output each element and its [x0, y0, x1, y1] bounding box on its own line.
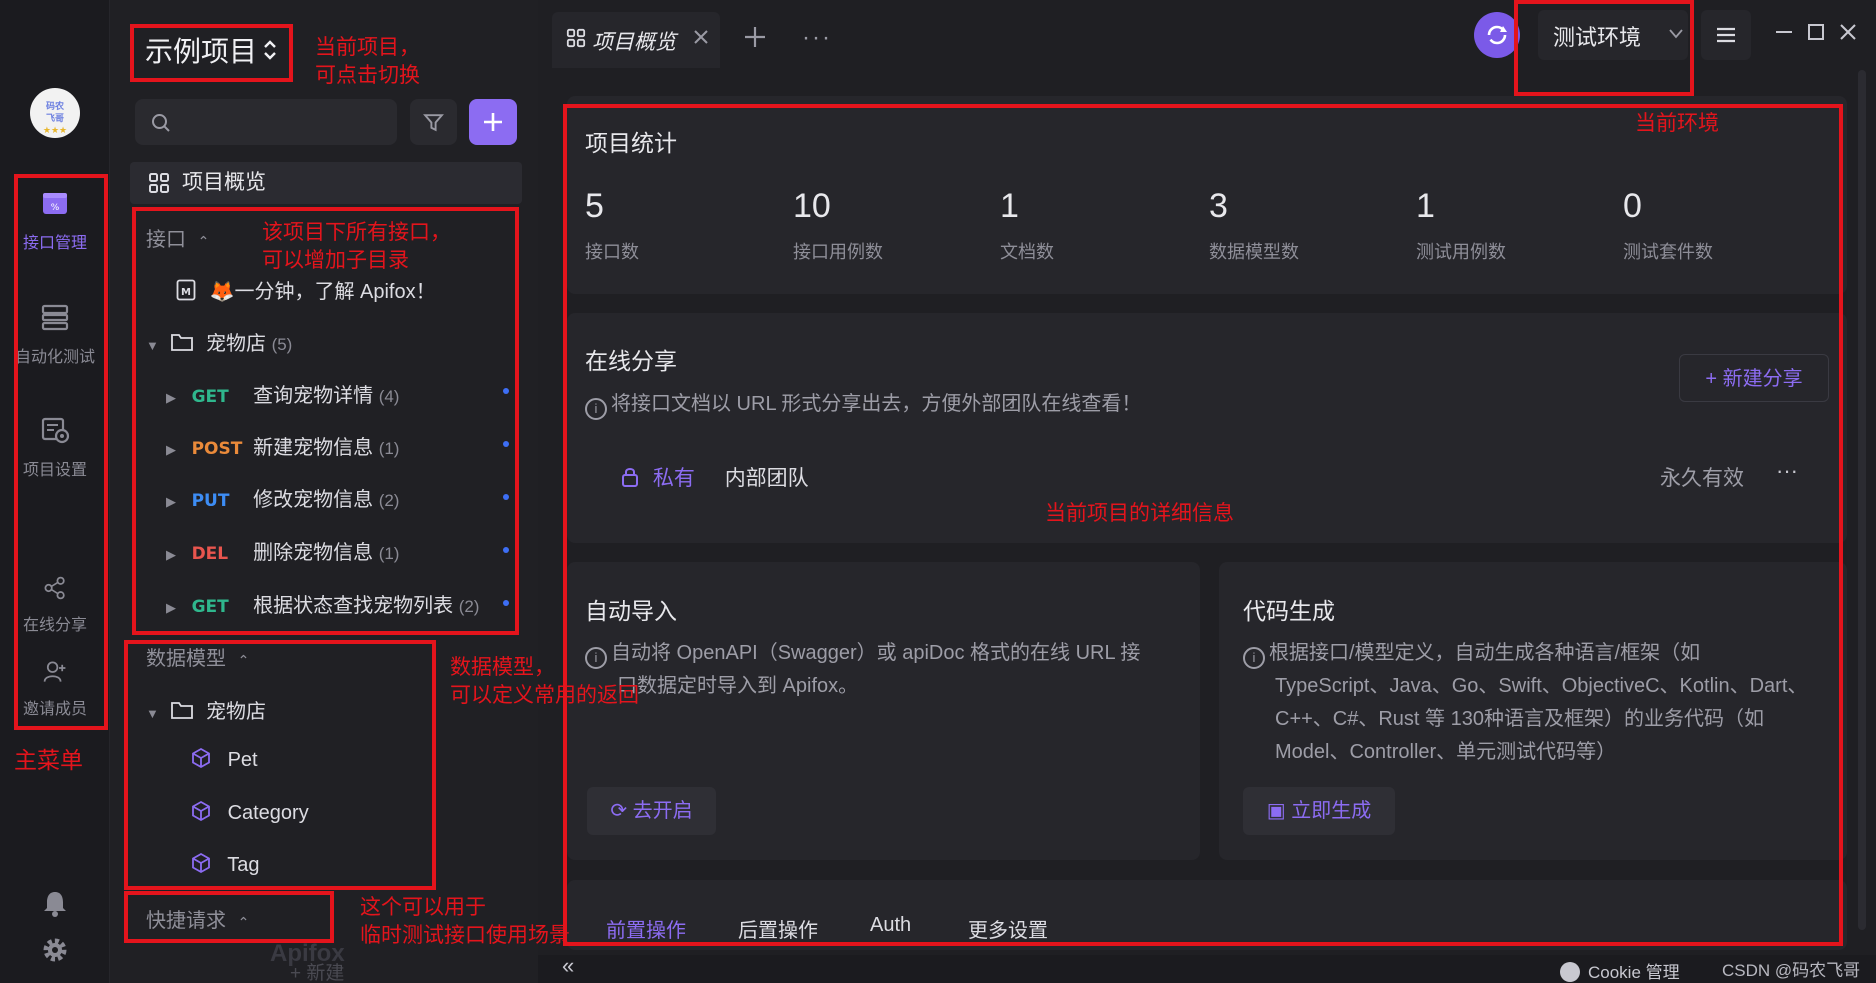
annotation-box-quick-request: [124, 891, 334, 943]
annotation-box-main-menu: [14, 174, 108, 730]
new-request-button[interactable]: + 新建: [290, 958, 344, 983]
plus-icon: [484, 113, 502, 131]
avatar[interactable]: 码农 飞哥 ★★★: [30, 88, 80, 138]
scrollbar[interactable]: [1858, 70, 1866, 930]
new-tab-icon[interactable]: [742, 24, 768, 50]
close-window-icon[interactable]: [1838, 22, 1858, 42]
annotation-project-detail: 当前项目的详细信息: [1045, 502, 1234, 525]
gear-icon[interactable]: [40, 935, 70, 965]
search-icon: [152, 114, 170, 132]
annotation-box-env: [1514, 0, 1694, 96]
plus-icon: +: [290, 963, 307, 983]
close-icon[interactable]: [692, 28, 710, 46]
csdn-watermark: CSDN @码农飞哥: [1722, 961, 1861, 980]
menu-button[interactable]: [1701, 10, 1751, 60]
grid-icon: [149, 173, 169, 193]
annotation-project-switch: 当前项目， 可点击切换: [315, 36, 420, 87]
filter-icon: [423, 114, 444, 132]
hamburger-icon: [1717, 27, 1735, 43]
bell-icon[interactable]: [40, 888, 70, 918]
annotation-box-data-model: [124, 640, 436, 890]
overview-label: 项目概览: [182, 171, 266, 194]
filter-button[interactable]: [410, 99, 457, 145]
collapse-sidebar-icon[interactable]: «: [562, 953, 574, 979]
annotation-quick-request: 这个可以用于 临时测试接口使用场景: [360, 896, 570, 947]
sidebar-item-overview[interactable]: 项目概览: [130, 162, 522, 204]
search-input[interactable]: [135, 99, 397, 145]
tab-label: 项目概览: [592, 31, 676, 54]
more-tabs-icon[interactable]: ···: [802, 24, 832, 52]
cookie-manager[interactable]: Cookie 管理: [1560, 958, 1680, 983]
add-button[interactable]: [469, 99, 517, 145]
cookie-icon: [1560, 962, 1580, 982]
maximize-icon[interactable]: [1806, 22, 1826, 42]
grid-icon: [566, 28, 586, 48]
annotation-api-list: 该项目下所有接口， 可以增加子目录: [262, 221, 451, 272]
annotation-box-project: [130, 24, 293, 82]
annotation-main-menu: 主菜单: [14, 747, 83, 773]
minimize-icon[interactable]: [1774, 22, 1794, 42]
sync-icon: [1487, 25, 1507, 45]
